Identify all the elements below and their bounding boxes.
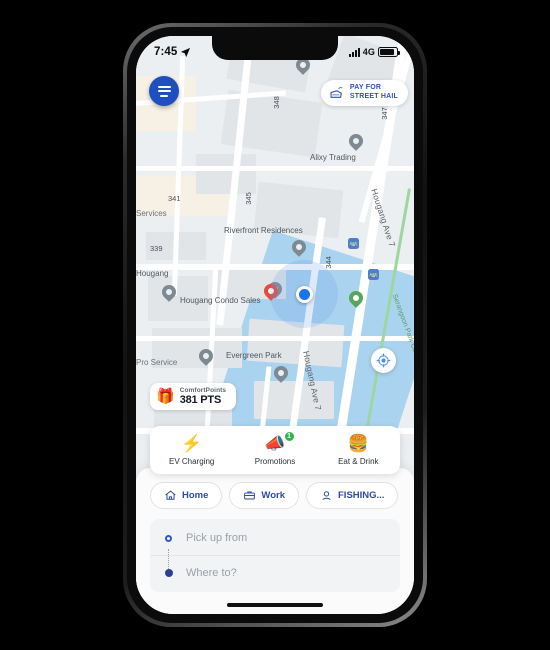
map-building-block <box>196 154 256 194</box>
shortcut-fishing[interactable]: FISHING... <box>306 482 399 509</box>
destination-placeholder: Where to? <box>186 567 237 579</box>
street-hail-icon <box>330 87 343 99</box>
bus-stop-icon[interactable]: 🚌 <box>348 238 359 249</box>
map-label: 341 <box>168 194 181 203</box>
map-label: Hougang Condo Sales <box>180 296 261 305</box>
shortcut-work[interactable]: Work <box>229 482 299 509</box>
screenshot-stage: 348 347 Alixy Trading 341 345 Services Riverfr… <box>0 0 550 650</box>
map-label: Riverfront Residences <box>224 226 303 235</box>
map-road <box>136 336 414 341</box>
street-hail-line1: PAY FOR <box>349 84 382 91</box>
megaphone-icon: 📣 1 <box>264 431 295 452</box>
quick-action-label: EV Charging <box>168 457 215 466</box>
my-location-icon[interactable] <box>371 348 396 373</box>
map-label: Hougang <box>136 269 169 278</box>
place-pin-icon <box>320 489 333 502</box>
device-notch <box>212 36 338 60</box>
network-label: 4G <box>362 47 375 57</box>
map-pin-gray[interactable] <box>346 131 366 151</box>
quick-action-label: Promotions <box>254 457 296 466</box>
location-arrow-icon <box>181 47 191 57</box>
gift-icon: 🎁 <box>156 388 175 405</box>
sheet-body: Home Work FISHING... Pick up from Where to… <box>136 468 414 614</box>
bottom-sheet: ⚡ EV Charging 📣 1 Promotions 🍔 Eat & Drink Hom… <box>136 426 414 614</box>
briefcase-icon <box>243 489 256 502</box>
pickup-dot-icon <box>164 534 173 542</box>
map-label: 347 <box>379 107 389 120</box>
shortcut-label: Work <box>261 490 285 501</box>
bus-stop-icon[interactable]: 🚌 <box>368 269 379 280</box>
comfort-points-label: ComfortPoints <box>179 387 227 394</box>
burger-icon: 🍔 <box>347 434 369 453</box>
street-hail-line2: STREET HAIL <box>349 92 398 100</box>
quick-action-badge: 1 <box>283 431 295 442</box>
saved-places-row: Home Work FISHING... <box>136 482 414 519</box>
battery-icon <box>378 47 400 57</box>
shortcut-label: Home <box>182 490 209 501</box>
pickup-input-row[interactable]: Pick up from <box>150 521 400 555</box>
comfort-points-value: 381 PTS <box>179 394 222 406</box>
trip-inputs: Pick up from Where to? <box>150 519 400 592</box>
map-label: Alixy Trading <box>310 153 356 162</box>
pickup-placeholder: Pick up from <box>186 532 248 544</box>
phone-screen: 348 347 Alixy Trading 341 345 Services Riverfr… <box>136 36 414 614</box>
map-label: Evergreen Park <box>226 351 282 360</box>
quick-action-label: Eat & Drink <box>338 457 379 466</box>
quick-action-promotions[interactable]: 📣 1 Promotions <box>233 431 316 466</box>
home-indicator[interactable] <box>227 602 323 607</box>
quick-actions-card: ⚡ EV Charging 📣 1 Promotions 🍔 Eat & Drink <box>150 426 400 474</box>
map-label: Pro Service <box>136 358 178 367</box>
map-label: 345 <box>243 192 253 205</box>
destination-input-row[interactable]: Where to? <box>150 555 400 590</box>
map-label: Services <box>136 209 167 218</box>
comfort-points-badge[interactable]: 🎁 ComfortPoints 381 PTS <box>150 383 237 410</box>
user-location-dot <box>296 286 313 303</box>
shortcut-home[interactable]: Home <box>150 482 223 509</box>
home-icon <box>164 489 177 502</box>
status-time: 7:45 <box>154 46 178 58</box>
lightning-bolt-icon: ⚡ <box>181 434 203 453</box>
map-label: 339 <box>150 244 163 253</box>
destination-dot-icon <box>164 569 173 577</box>
quick-action-eat-drink[interactable]: 🍔 Eat & Drink <box>317 435 400 466</box>
shortcut-label: FISHING... <box>338 490 385 501</box>
signal-bars-icon <box>348 47 360 57</box>
map-label: 348 <box>271 96 281 109</box>
quick-action-ev-charging[interactable]: ⚡ EV Charging <box>150 435 233 466</box>
hamburger-menu-icon[interactable] <box>149 76 179 106</box>
pay-for-street-hail-button[interactable]: PAY FOR STREET HAIL <box>320 80 408 106</box>
